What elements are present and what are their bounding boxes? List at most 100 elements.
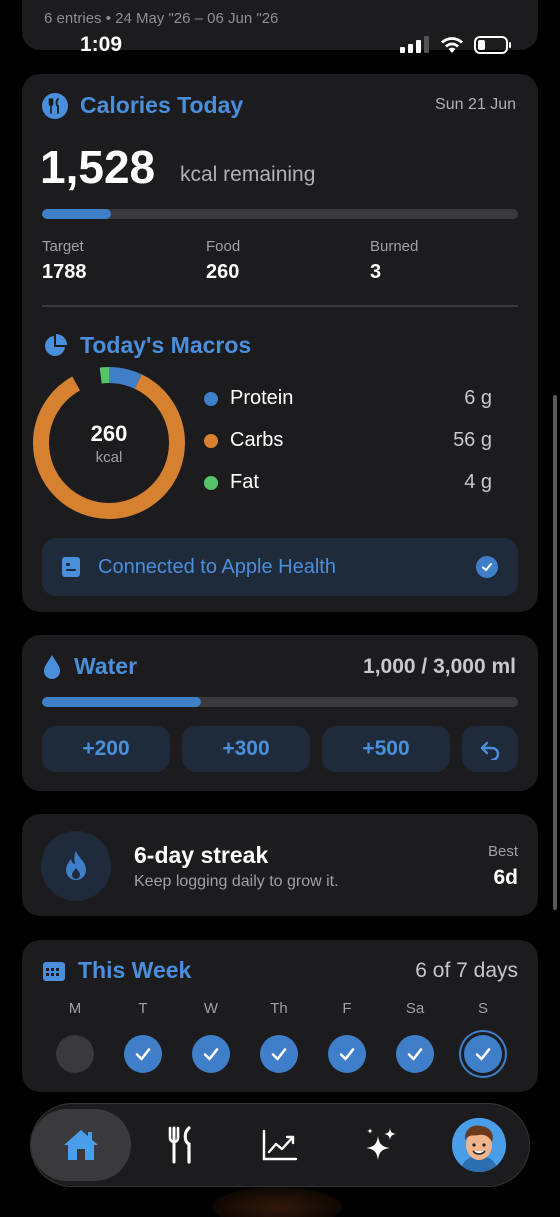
add-500-button[interactable]: +500 (322, 726, 450, 772)
add-300-button[interactable]: +300 (182, 726, 310, 772)
week-day: S (458, 1000, 508, 1073)
week-day-label: Th (270, 1000, 288, 1017)
week-day: F (322, 1000, 372, 1073)
tab-food[interactable] (131, 1103, 231, 1187)
week-day: Th (254, 1000, 304, 1073)
protein-dot (204, 391, 218, 406)
water-drop-icon (44, 654, 60, 679)
streak-title: 6-day streak (134, 842, 269, 868)
week-day-label: Sa (405, 1000, 425, 1017)
undo-button[interactable] (462, 726, 518, 772)
macro-protein: Protein 6 g (204, 387, 492, 410)
macro-amount: 6 g (464, 387, 492, 409)
week-title-text: This Week (78, 957, 192, 983)
stat-label: Target (42, 238, 84, 255)
stat-target: Target 1788 (42, 238, 87, 284)
macros-title: Today's Macros (42, 332, 251, 359)
macro-carbs: Carbs 56 g (204, 429, 492, 452)
week-day-label: M (68, 1000, 82, 1017)
week-day-label: F (342, 1000, 352, 1017)
donut-unit: kcal (95, 448, 123, 466)
wifi-icon (441, 37, 463, 53)
macro-fat: Fat 4 g (204, 471, 492, 494)
health-record-icon (62, 557, 80, 577)
day-complete-icon (464, 1035, 502, 1073)
macros-title-text: Today's Macros (80, 332, 252, 358)
week-day: Sa (390, 1000, 440, 1073)
week-day-label: W (203, 1000, 219, 1017)
status-icons (400, 36, 512, 54)
calories-title-text: Calories Today (80, 92, 244, 118)
signal-icon (400, 36, 429, 53)
fat-dot (204, 475, 218, 490)
water-title-text: Water (74, 653, 138, 679)
stat-value: 260 (206, 261, 240, 283)
apple-health-label: Connected to Apple Health (98, 555, 336, 578)
divider (42, 305, 518, 307)
date-label: Sun 21 Jun (435, 96, 516, 113)
stat-value: 3 (370, 261, 382, 283)
calories-progress-fill (42, 209, 112, 219)
day-complete-icon (328, 1035, 366, 1073)
water-card: Water 1,000 / 3,000 ml +200 +300 +500 (22, 635, 538, 791)
water-progress-fill (42, 697, 201, 707)
stat-label: Burned (370, 238, 419, 255)
best-label: Best (487, 843, 518, 860)
calories-title: Calories Today (42, 92, 243, 119)
macro-amount: 4 g (464, 471, 492, 493)
tab-progress[interactable] (231, 1103, 331, 1187)
best-value: 6d (493, 866, 518, 889)
tab-home[interactable] (31, 1103, 131, 1187)
stat-value: 1788 (42, 261, 87, 283)
calories-progress (42, 209, 518, 219)
week-day-label: T (138, 1000, 148, 1017)
chart-icon (263, 1129, 298, 1161)
week-day: W (186, 1000, 236, 1073)
week-card: This Week 6 of 7 days M T W Th F Sa S (22, 940, 538, 1092)
status-time: 1:09 (80, 33, 123, 56)
avatar (452, 1118, 507, 1172)
day-incomplete-dot (56, 1035, 94, 1073)
checkmark-icon (476, 556, 498, 578)
day-complete-icon (396, 1035, 434, 1073)
sparkles-icon (365, 1128, 396, 1160)
week-day: T (118, 1000, 168, 1073)
donut-total: 260 (90, 420, 128, 446)
add-200-button[interactable]: +200 (42, 726, 170, 772)
calories-card[interactable]: Calories Today Sun 21 Jun 1,528 kcal rem… (22, 74, 538, 612)
day-complete-icon (260, 1035, 298, 1073)
week-title: This Week (42, 957, 191, 984)
week-day: M (50, 1000, 100, 1073)
day-complete-icon (192, 1035, 230, 1073)
pie-chart-icon (45, 333, 67, 356)
undo-icon (480, 741, 500, 760)
calories-remaining: 1,528 (40, 141, 156, 193)
macro-name: Carbs (230, 429, 284, 451)
stat-label: Food (206, 238, 241, 255)
donut-center: 260 kcal (32, 366, 186, 520)
stat-burned: Burned 3 (370, 238, 418, 284)
macro-amount: 56 g (453, 429, 492, 451)
tab-bar (30, 1103, 530, 1187)
water-progress (42, 697, 518, 707)
day-complete-icon (124, 1035, 162, 1073)
streak-subtitle: Keep logging daily to grow it. (134, 873, 339, 890)
macro-name: Fat (230, 471, 259, 493)
streak-card: 6-day streak Keep logging daily to grow … (22, 814, 538, 916)
macro-name: Protein (230, 387, 294, 409)
glow (212, 1187, 342, 1217)
fork-knife-icon (168, 1126, 191, 1164)
battery-icon (474, 36, 511, 54)
fork-knife-icon (42, 92, 68, 119)
week-count: 6 of 7 days (415, 959, 518, 982)
tab-profile[interactable] (430, 1103, 530, 1187)
scrollbar[interactable] (553, 395, 557, 910)
apple-health-button[interactable]: Connected to Apple Health (42, 538, 518, 596)
water-amount: 1,000 / 3,000 ml (363, 655, 516, 678)
stat-food: Food 260 (206, 238, 240, 284)
calories-remaining-unit: kcal remaining (180, 163, 316, 186)
week-day-label: S (477, 1000, 488, 1017)
tab-ai[interactable] (330, 1103, 430, 1187)
carbs-dot (204, 433, 218, 448)
home-icon (64, 1130, 98, 1160)
